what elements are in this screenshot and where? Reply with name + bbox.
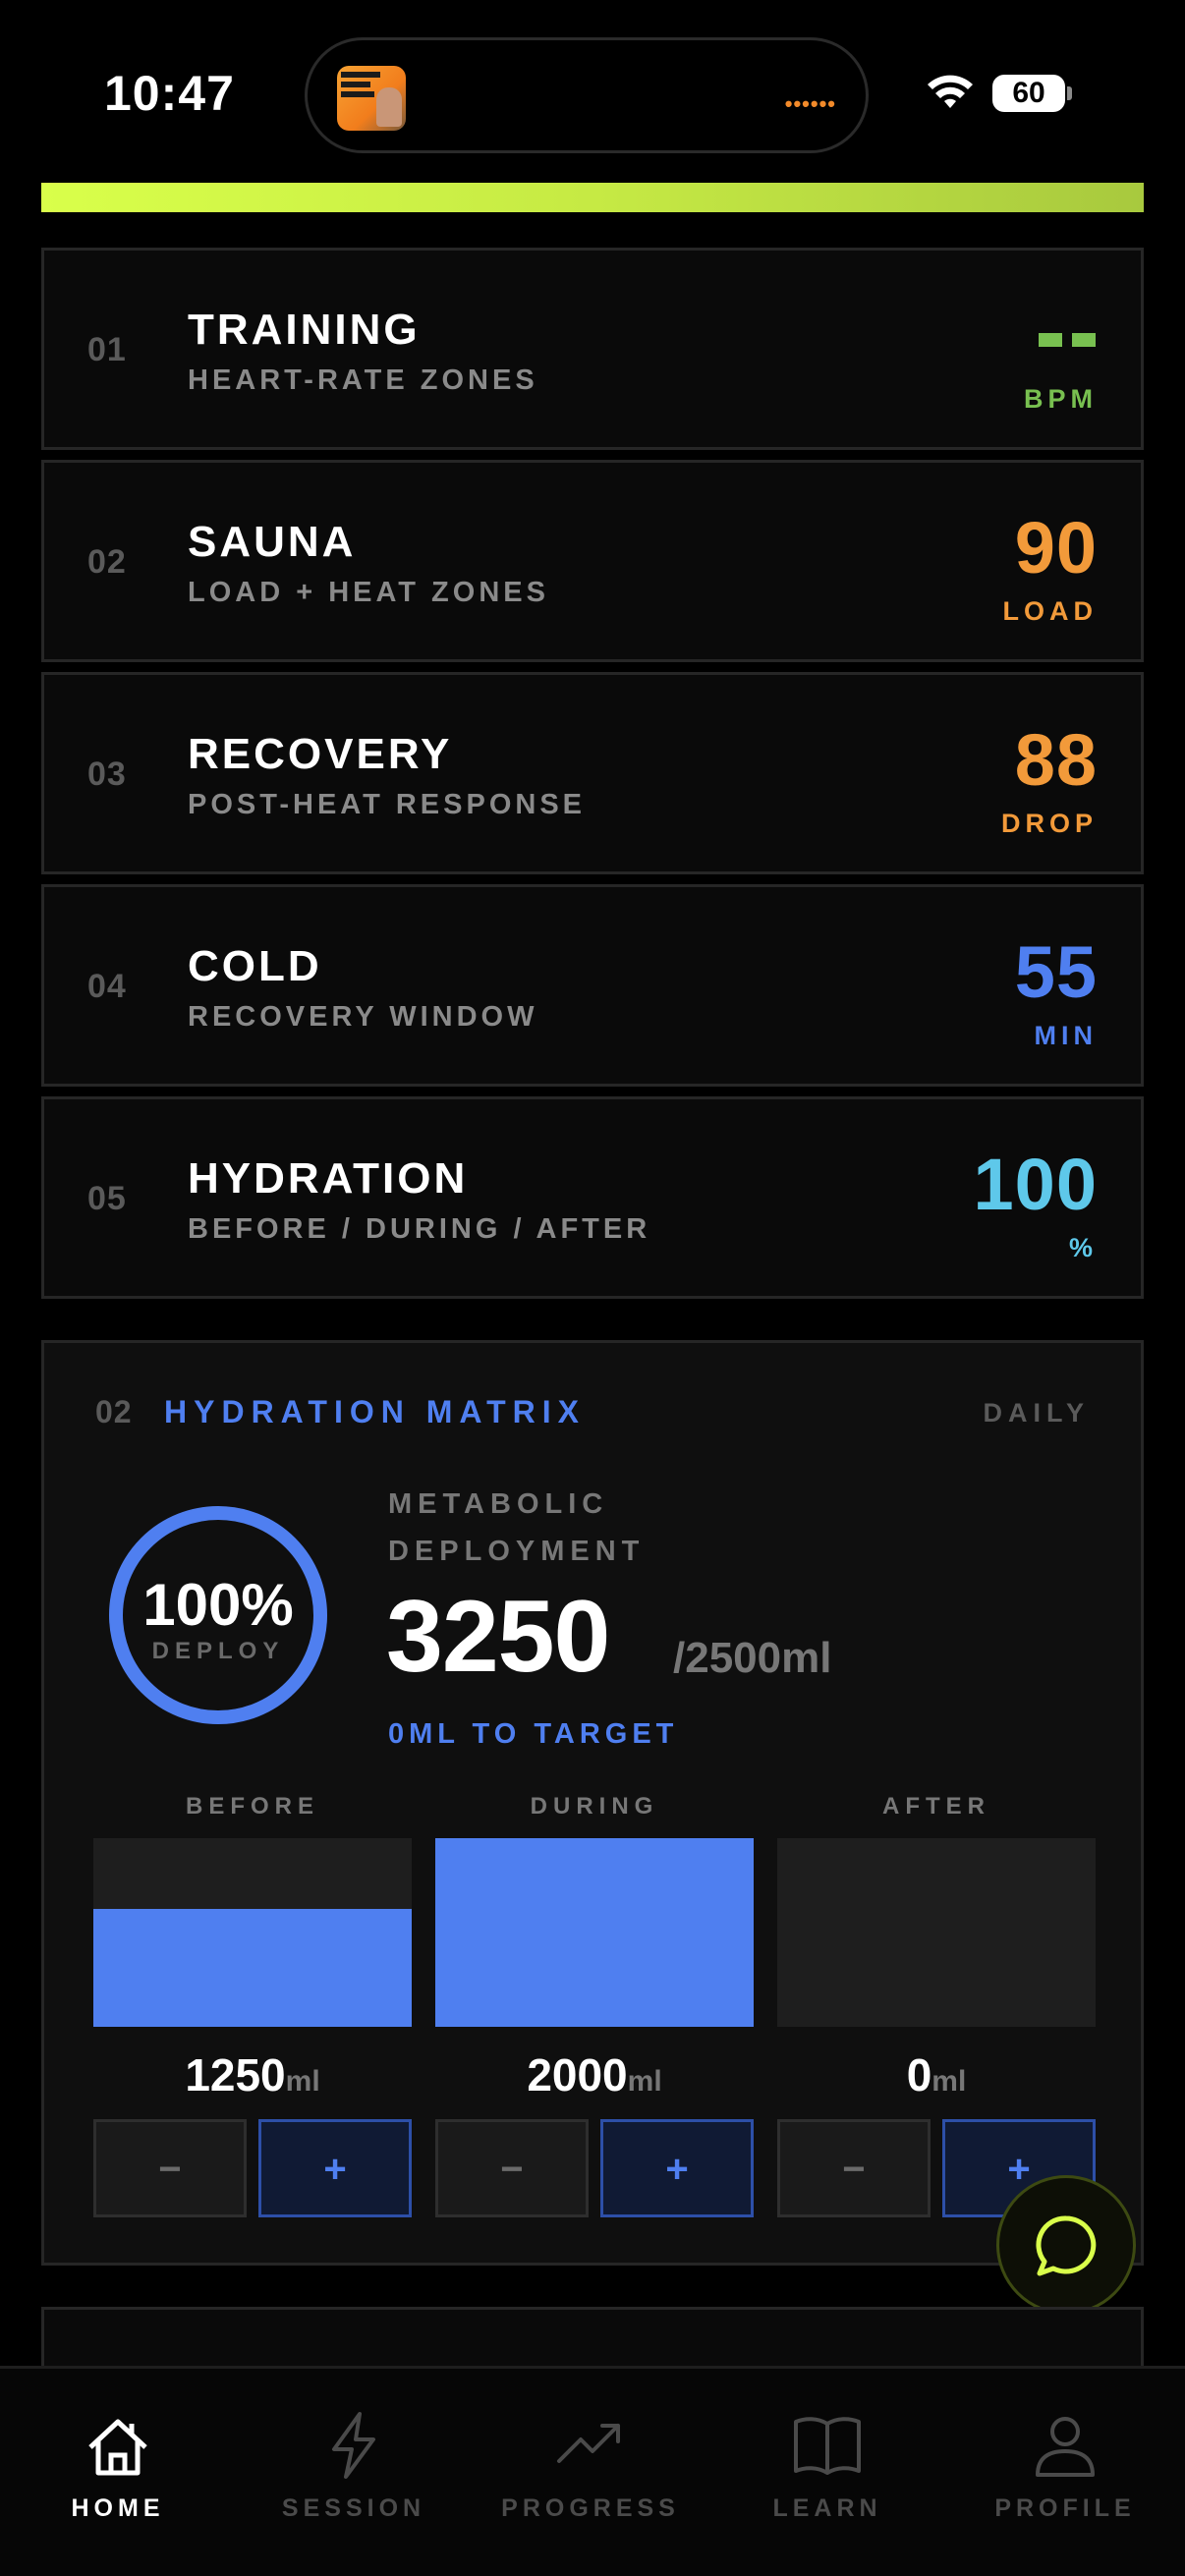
amount-unit: ml bbox=[931, 2065, 967, 2098]
ring-label: DEPLOY bbox=[151, 1638, 285, 1664]
metric-row-training[interactable]: 01 TRAINING HEART-RATE ZONES BPM bbox=[41, 248, 1144, 450]
battery-indicator: 60 bbox=[992, 75, 1065, 112]
column-label-during: DURING bbox=[530, 1793, 659, 1820]
total-ml: 3250 bbox=[386, 1580, 610, 1694]
metric-number: 03 bbox=[87, 756, 127, 793]
nav-label: PROFILE bbox=[994, 2494, 1136, 2522]
decrement-after-button[interactable]: − bbox=[777, 2119, 931, 2217]
bar-during bbox=[435, 1838, 754, 2027]
nav-label: PROGRESS bbox=[501, 2494, 680, 2522]
nav-session[interactable]: SESSION bbox=[255, 2408, 452, 2523]
metric-value: 90 bbox=[1014, 507, 1098, 588]
increment-before-button[interactable]: + bbox=[258, 2119, 412, 2217]
section-number: 02 bbox=[95, 1394, 133, 1429]
metric-unit: DROP bbox=[1000, 809, 1098, 838]
metric-row-sauna[interactable]: 02 SAUNA LOAD + HEAT ZONES 90 LOAD bbox=[41, 460, 1144, 662]
metabolic-label: METABOLIC DEPLOYMENT bbox=[388, 1488, 646, 1567]
nav-progress[interactable]: PROGRESS bbox=[492, 2408, 689, 2523]
section-title: HYDRATION MATRIX bbox=[164, 1394, 587, 1429]
bar-fill-before bbox=[93, 1909, 412, 2027]
metric-row-cold[interactable]: 04 COLD RECOVERY WINDOW 55 MIN bbox=[41, 884, 1144, 1087]
top-accent-bar bbox=[41, 183, 1144, 212]
metric-number: 02 bbox=[87, 543, 127, 581]
nav-learn[interactable]: LEARN bbox=[729, 2408, 926, 2523]
metric-unit: MIN bbox=[1034, 1021, 1098, 1050]
amount-value: 0 bbox=[906, 2049, 932, 2100]
metric-value: 55 bbox=[1014, 931, 1098, 1013]
metric-row-hydration[interactable]: 05 HYDRATION BEFORE / DURING / AFTER 100% bbox=[41, 1096, 1144, 1299]
metric-title: RECOVERY bbox=[188, 730, 453, 778]
column-label-after: AFTER bbox=[882, 1793, 990, 1820]
metric-unit: LOAD bbox=[1002, 596, 1098, 626]
book-icon bbox=[794, 2417, 861, 2475]
metric-value: 100 bbox=[973, 1144, 1098, 1225]
chat-button[interactable] bbox=[996, 2175, 1136, 2315]
decrement-before-button[interactable]: − bbox=[93, 2119, 247, 2217]
metric-subtitle: RECOVERY WINDOW bbox=[188, 1001, 538, 1033]
bar-after bbox=[777, 1838, 1096, 2027]
home-icon bbox=[88, 2419, 147, 2476]
decrement-during-button[interactable]: − bbox=[435, 2119, 589, 2217]
empty-value-dashes bbox=[1039, 333, 1096, 347]
metric-title: TRAINING bbox=[188, 306, 421, 354]
nav-label: LEARN bbox=[772, 2494, 882, 2522]
amount-value: 1250 bbox=[185, 2049, 286, 2100]
metric-subtitle: LOAD + HEAT ZONES bbox=[188, 577, 549, 608]
person-icon bbox=[1036, 2417, 1095, 2477]
nav-label: SESSION bbox=[281, 2494, 426, 2522]
metric-number: 05 bbox=[87, 1180, 127, 1217]
nav-label: HOME bbox=[71, 2494, 165, 2522]
metric-row-recovery[interactable]: 03 RECOVERY POST-HEAT RESPONSE 88 DROP bbox=[41, 672, 1144, 874]
column-amount-after: 0ml bbox=[777, 2048, 1096, 2101]
nav-profile[interactable]: PROFILE bbox=[967, 2408, 1163, 2523]
podcast-artwork-icon bbox=[337, 66, 406, 131]
metric-unit: % bbox=[1068, 1233, 1098, 1262]
metric-title: COLD bbox=[188, 942, 322, 990]
metric-number: 04 bbox=[87, 968, 127, 1005]
metric-number: 01 bbox=[87, 331, 127, 368]
increment-during-button[interactable]: + bbox=[600, 2119, 754, 2217]
bar-before bbox=[93, 1838, 412, 2027]
metric-subtitle: POST-HEAT RESPONSE bbox=[188, 789, 587, 820]
metric-unit: BPM bbox=[1024, 384, 1098, 414]
status-time: 10:47 bbox=[104, 66, 235, 121]
period-label[interactable]: DAILY bbox=[983, 1398, 1090, 1428]
target-ml: /2500ml bbox=[673, 1634, 832, 1682]
to-target-text: 0ML TO TARGET bbox=[388, 1718, 679, 1750]
column-amount-before: 1250ml bbox=[93, 2048, 412, 2101]
wifi-icon bbox=[928, 75, 973, 108]
ring-percent: 100% bbox=[142, 1572, 294, 1638]
bar-fill-during bbox=[435, 1838, 754, 2027]
metric-value: 88 bbox=[1014, 719, 1098, 801]
column-label-before: BEFORE bbox=[185, 1793, 319, 1820]
column-amount-during: 2000ml bbox=[435, 2048, 754, 2101]
audio-waveform-icon: •••••• bbox=[784, 91, 836, 116]
amount-value: 2000 bbox=[527, 2049, 628, 2100]
lightning-icon bbox=[332, 2412, 375, 2479]
metric-subtitle: BEFORE / DURING / AFTER bbox=[188, 1213, 651, 1245]
nav-home[interactable]: HOME bbox=[20, 2408, 216, 2523]
amount-unit: ml bbox=[627, 2065, 662, 2098]
chat-bubble-icon bbox=[1036, 2215, 1097, 2276]
metric-title: SAUNA bbox=[188, 518, 357, 566]
trend-up-icon bbox=[557, 2424, 620, 2463]
status-bar: 10:47 •••••• 60 bbox=[0, 0, 1185, 177]
bottom-nav: HOME SESSION PROGRESS LEARN PROFILE bbox=[0, 2366, 1185, 2576]
amount-unit: ml bbox=[285, 2065, 320, 2098]
battery-tip bbox=[1067, 86, 1072, 100]
metric-title: HYDRATION bbox=[188, 1154, 469, 1203]
dynamic-island[interactable]: •••••• bbox=[305, 37, 869, 153]
metric-subtitle: HEART-RATE ZONES bbox=[188, 364, 538, 396]
hydration-matrix-card: 02 HYDRATION MATRIX DAILY 100% DEPLOY ME… bbox=[41, 1340, 1144, 2266]
